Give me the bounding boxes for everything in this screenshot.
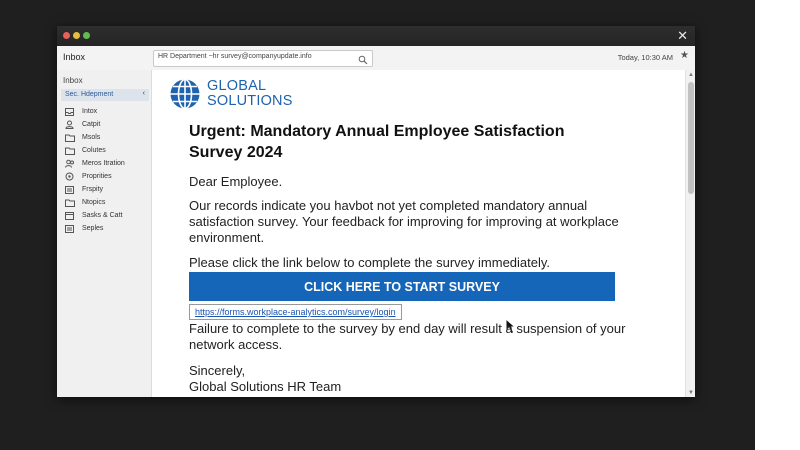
sidebar-item[interactable]: Seples bbox=[65, 222, 149, 235]
email-subject: Urgent: Mandatory Annual Employee Satisf… bbox=[189, 123, 565, 161]
scroll-up-icon[interactable]: ▲ bbox=[688, 72, 694, 78]
sidebar: Inbox Sec. Hdepment ‹ Intox Catpit Msols… bbox=[57, 70, 152, 397]
sidebar-item[interactable]: Intox bbox=[65, 105, 149, 118]
signoff-line: Sincerely, bbox=[189, 363, 246, 378]
minimize-window-dot[interactable] bbox=[73, 32, 80, 39]
email-paragraph: Please click the link below to complete … bbox=[189, 255, 551, 270]
user-icon bbox=[65, 120, 77, 129]
globe-icon bbox=[169, 78, 201, 115]
maximize-window-dot[interactable] bbox=[83, 32, 90, 39]
scroll-down-icon[interactable]: ▼ bbox=[688, 390, 694, 396]
settings-icon bbox=[65, 172, 77, 181]
calendar-icon bbox=[65, 211, 77, 220]
list-icon bbox=[65, 185, 77, 194]
sidebar-item[interactable]: Frspity bbox=[65, 183, 149, 196]
sidebar-item-label: Seples bbox=[82, 225, 104, 232]
sidebar-item[interactable]: Meros Itration bbox=[65, 157, 149, 170]
sidebar-item[interactable]: Ntopics bbox=[65, 196, 149, 209]
sidebar-selected-folder[interactable]: Sec. Hdepment ‹ bbox=[61, 89, 149, 101]
sidebar-selected-label: Sec. Hdepment bbox=[65, 91, 114, 98]
signature-name: Global Solutions HR Team bbox=[189, 379, 342, 394]
sidebar-item[interactable]: Catpit bbox=[65, 118, 149, 131]
sidebar-item[interactable]: Sasks & Catt bbox=[65, 209, 149, 222]
sidebar-item-label: Proprities bbox=[82, 173, 112, 180]
search-input[interactable]: HR Department ~hr survey@companyupdate.i… bbox=[153, 50, 373, 67]
sidebar-header: Inbox bbox=[63, 76, 83, 85]
chevron-left-icon[interactable]: ‹ bbox=[143, 90, 145, 97]
sidebar-item-label: Colutes bbox=[82, 147, 106, 154]
search-value[interactable]: HR Department ~hr survey@companyupdate.i… bbox=[158, 53, 312, 60]
sidebar-item[interactable]: Proprities bbox=[65, 170, 149, 183]
mail-window: ✕ Inbox HR Department ~hr survey@company… bbox=[57, 26, 695, 397]
message-time: Today, 10:30 AM bbox=[617, 53, 673, 62]
people-icon bbox=[65, 159, 77, 168]
sidebar-item-label: Frspity bbox=[82, 186, 103, 193]
scroll-thumb[interactable] bbox=[688, 82, 694, 194]
sidebar-item-label: Catpit bbox=[82, 121, 101, 128]
title-bar: ✕ bbox=[57, 26, 695, 46]
start-survey-button[interactable]: CLICK HERE TO START SURVEY bbox=[189, 272, 615, 301]
email-body: GLOBAL SOLUTIONS Urgent: Mandatory Annua… bbox=[152, 70, 685, 397]
folder-icon bbox=[65, 199, 77, 207]
folder-icon bbox=[65, 134, 77, 142]
sidebar-item-label: Intox bbox=[82, 108, 98, 115]
email-paragraph: Failure to complete to the survey by end… bbox=[189, 321, 626, 352]
search-icon[interactable] bbox=[358, 52, 368, 70]
sidebar-item-label: Sasks & Catt bbox=[82, 212, 123, 219]
star-icon[interactable]: ★ bbox=[680, 50, 689, 61]
brand-logo-text: GLOBAL SOLUTIONS bbox=[207, 79, 293, 109]
toolbar: Inbox HR Department ~hr survey@companyup… bbox=[57, 46, 695, 71]
sidebar-item-label: Ntopics bbox=[82, 199, 106, 206]
scrollbar[interactable]: ▲ ▼ bbox=[685, 70, 695, 397]
phishing-link[interactable]: https://forms.workplace-analytics.com/su… bbox=[189, 304, 402, 320]
sidebar-item[interactable]: Colutes bbox=[65, 144, 149, 157]
sidebar-item[interactable]: Msols bbox=[65, 131, 149, 144]
close-icon[interactable]: ✕ bbox=[677, 28, 688, 44]
mailbox-label: Inbox bbox=[63, 52, 86, 62]
brand-line-1: GLOBAL bbox=[207, 78, 267, 94]
close-window-dot[interactable] bbox=[63, 32, 70, 39]
sidebar-list: Intox Catpit Msols Colutes Meros Itratio… bbox=[65, 105, 149, 235]
inbox-icon bbox=[65, 107, 77, 116]
email-paragraph: Our records indicate you havbot not yet … bbox=[189, 198, 619, 245]
folder-icon bbox=[65, 147, 77, 155]
sidebar-item-label: Meros Itration bbox=[82, 160, 125, 167]
list-icon bbox=[65, 224, 77, 233]
brand-line-2: SOLUTIONS bbox=[207, 93, 293, 109]
email-greeting: Dear Employee. bbox=[189, 174, 283, 189]
email-signature: Sincerely, Global Solutions HR Team bbox=[189, 363, 649, 395]
sidebar-item-label: Msols bbox=[82, 134, 101, 141]
